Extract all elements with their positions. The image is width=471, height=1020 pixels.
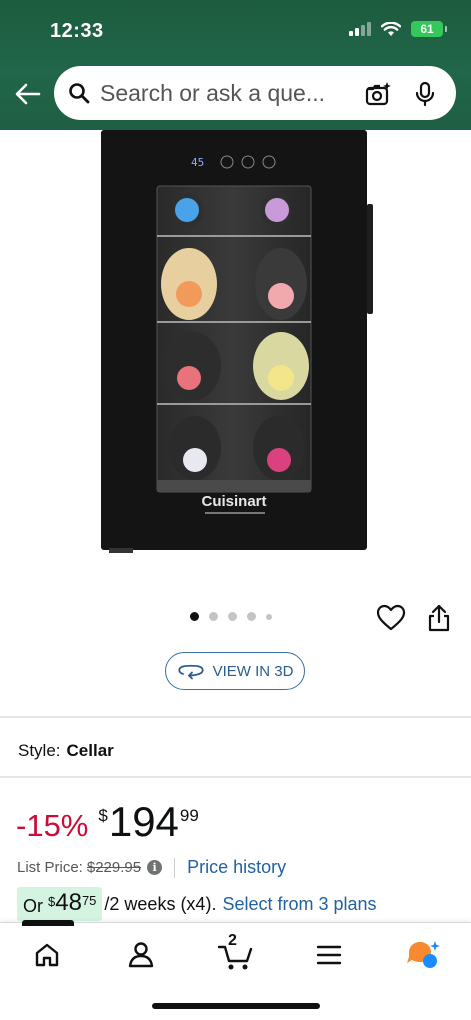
style-selector[interactable]: Style: Cellar [18,741,114,761]
back-button[interactable] [12,80,44,108]
price-history-link[interactable]: Price history [187,857,286,878]
view-in-3d-label: VIEW IN 3D [212,662,294,680]
brand-logo: Cuisinart [201,493,266,510]
carousel-dot[interactable] [190,612,199,621]
select-plans-link[interactable]: Select from 3 plans [222,894,376,915]
menu-icon [316,945,342,965]
carousel-dot[interactable] [209,612,218,621]
app-header: 12:33 61 [0,0,471,130]
wine-cooler-image: 45 Cuisinart [101,130,373,553]
style-label: Style: [18,741,61,760]
price-block: -15% $ 194 99 [16,798,199,846]
nav-cart[interactable]: 2 [213,932,257,975]
installment-row: Or $ 48 75 /2 weeks (x4). Select from 3 … [17,887,377,921]
temperature-display: 45 [191,156,204,169]
share-button[interactable] [426,603,452,633]
list-price-value: $229.95 [86,859,142,876]
installment-prefix: Or [23,896,43,916]
price-whole: 194 [108,798,179,845]
info-icon[interactable]: i [147,860,163,875]
battery-icon: 61 [411,21,447,37]
product-image[interactable]: 45 Cuisinart [95,128,380,558]
active-tab-indicator [22,920,74,926]
camera-sparkle-icon [365,82,391,106]
camera-search-button[interactable] [364,79,394,109]
carousel-dot[interactable] [266,613,272,620]
list-price-label: List Price: [17,859,83,876]
carousel-dot[interactable] [228,612,237,621]
nav-home[interactable] [25,935,69,975]
price-fraction: 99 [179,806,199,825]
wifi-icon [381,21,401,36]
image-carousel-dots [190,612,272,621]
share-icon [428,604,450,632]
search-bar[interactable] [54,66,456,120]
nav-rufus[interactable] [401,935,445,975]
product-page: 12:33 61 Search or ask a que... 45 Cuisi… [0,0,471,1020]
heart-icon [376,604,406,631]
microphone-icon [415,81,435,107]
divider [0,776,471,778]
view-in-3d-button[interactable]: VIEW IN 3D [165,652,305,690]
nav-account[interactable] [119,935,163,975]
rufus-assistant-icon [407,941,440,968]
search-icon [69,83,90,104]
wishlist-button[interactable] [376,604,406,632]
list-price-row: List Price: $229.95 i Price history [17,857,286,878]
style-value: Cellar [66,741,114,760]
installment-text: /2 weeks (x4). [104,893,217,914]
cellular-signal-icon [349,22,371,36]
separator [174,857,176,878]
installment-currency: $ [48,894,56,909]
installment-fraction: 75 [81,893,97,908]
status-time: 12:33 [50,20,104,42]
battery-level: 61 [420,22,434,36]
nav-menu[interactable] [307,935,351,975]
price-currency: $ [98,806,108,825]
installment-badge: Or $ 48 75 [17,887,103,921]
voice-search-button[interactable] [410,79,440,109]
arrow-left-icon [15,83,41,105]
divider [0,716,471,718]
person-icon [128,942,154,968]
rotate-3d-icon [177,664,204,680]
cart-count: 2 [228,932,237,949]
discount-percent: -15% [16,808,89,843]
status-icons: 61 [349,21,447,37]
installment-whole: 48 [55,889,82,916]
search-input[interactable] [100,79,348,107]
home-icon [35,943,59,967]
carousel-dot[interactable] [247,612,256,621]
home-indicator[interactable] [152,1003,320,1009]
